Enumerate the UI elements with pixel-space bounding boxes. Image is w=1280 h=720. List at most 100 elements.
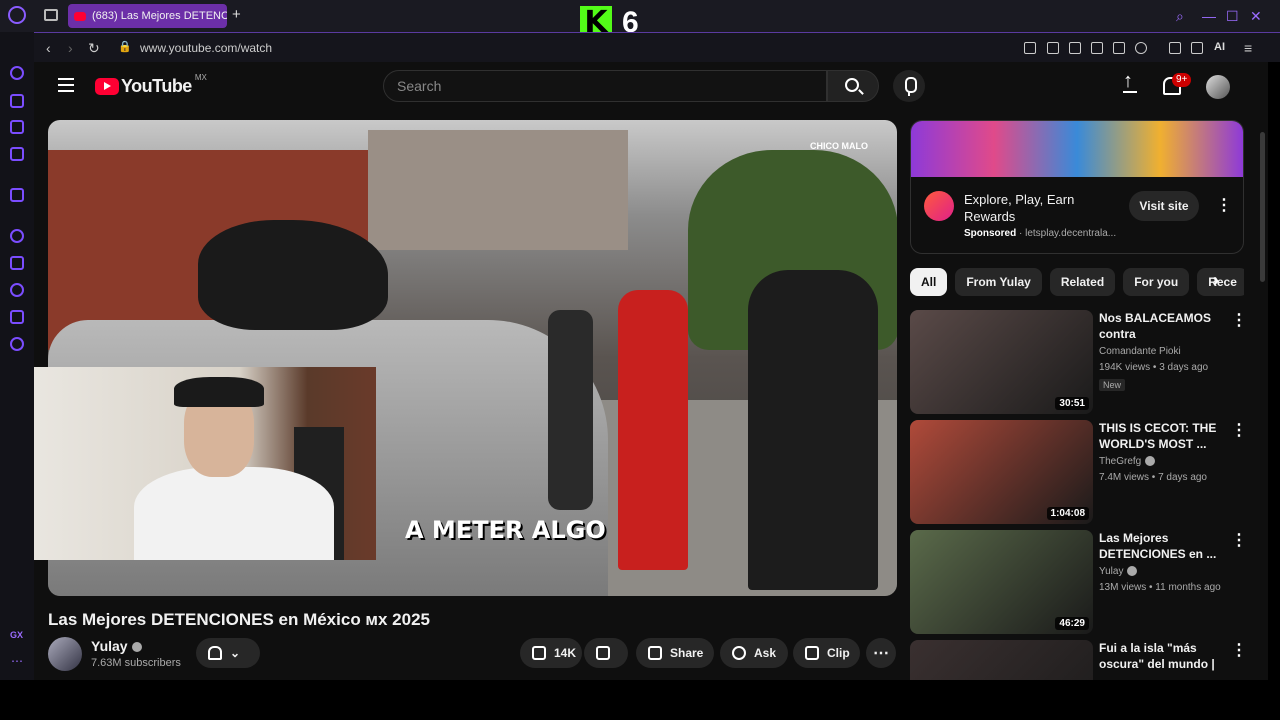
wallet-icon[interactable] xyxy=(1169,42,1181,54)
channel-name-text[interactable]: Yulay xyxy=(1099,566,1123,577)
gx-control-icon[interactable] xyxy=(10,66,24,80)
translate-icon[interactable] xyxy=(1091,42,1103,54)
forward-icon[interactable]: › xyxy=(68,40,73,56)
gx-corner-icon[interactable] xyxy=(10,94,24,108)
ai-button[interactable]: AI xyxy=(1214,41,1225,53)
video-meta: 194K views • 3 days ago xyxy=(1099,362,1209,373)
browser-titlebar: (683) Las Mejores DETENC + K 6 ⌕ — ☐ ✕ xyxy=(0,0,1280,40)
sponsored-ad[interactable]: Explore, Play, Earn Rewards Sponsored · … xyxy=(910,120,1244,254)
send-icon[interactable] xyxy=(1113,42,1125,54)
list-item[interactable]: 46:29 Las Mejores DETENCIONES en ... Yul… xyxy=(910,530,1247,634)
duration-badge: 30:51 xyxy=(1055,397,1089,410)
video-thumbnail[interactable]: 1:04:08 xyxy=(910,420,1093,524)
list-item[interactable]: 30:51 Nos BALACEAMOS contra "VENDEDORES.… xyxy=(910,310,1247,414)
search-button[interactable] xyxy=(827,70,879,102)
sparkle-icon xyxy=(732,646,746,660)
dislike-button[interactable] xyxy=(584,638,628,668)
video-title[interactable]: Las Mejores DETENCIONES en ... xyxy=(1099,530,1227,562)
video-menu-icon[interactable] xyxy=(1231,310,1247,330)
create-upload-icon[interactable] xyxy=(1120,70,1140,96)
masthead: YouTube MX Search 9+ xyxy=(34,62,1268,112)
filter-chips: All From Yulay Related For you Rece xyxy=(910,268,1244,296)
video-thumbnail[interactable]: 46:29 xyxy=(910,530,1093,634)
pin-icon[interactable] xyxy=(1024,42,1036,54)
ad-banner-image[interactable] xyxy=(911,121,1243,177)
heart-icon[interactable] xyxy=(1135,42,1147,54)
hamburger-menu-icon[interactable] xyxy=(58,78,74,92)
tab-manager-icon[interactable] xyxy=(44,9,58,21)
player-icon[interactable] xyxy=(10,229,24,243)
maximize-button[interactable]: ☐ xyxy=(1226,8,1239,25)
back-icon[interactable]: ‹ xyxy=(46,40,51,56)
url-field[interactable]: www.youtube.com/watch xyxy=(140,41,272,55)
scene-trash-bag xyxy=(198,220,388,330)
menu-icon[interactable]: ≡ xyxy=(1244,40,1252,56)
video-menu-icon[interactable] xyxy=(1231,420,1247,440)
voice-search-icon[interactable] xyxy=(893,70,925,102)
gx-label[interactable]: GX xyxy=(10,630,23,640)
search-input[interactable]: Search xyxy=(383,70,827,102)
visit-site-button[interactable]: Visit site xyxy=(1129,191,1199,221)
video-thumbnail[interactable] xyxy=(910,640,1093,680)
youtube-logo[interactable]: YouTube MX xyxy=(95,73,207,97)
clip-button[interactable]: Clip xyxy=(793,638,860,668)
share-label: Share xyxy=(670,646,704,660)
new-tab-button[interactable]: + xyxy=(232,6,241,23)
channel-name[interactable]: Comandante Pioki xyxy=(1099,346,1181,357)
list-item[interactable]: Fui a la isla "más oscura" del mundo | .… xyxy=(910,640,1247,680)
opera-logo-icon[interactable] xyxy=(8,6,26,24)
snapshot-icon[interactable] xyxy=(1047,42,1059,54)
chip-for-you[interactable]: For you xyxy=(1123,268,1190,296)
channel-name[interactable]: Yulay xyxy=(1099,566,1138,577)
channel-name-text[interactable]: Yulay xyxy=(91,638,128,654)
video-title[interactable]: Fui a la isla "más oscura" del mundo | .… xyxy=(1099,640,1227,673)
twitch-icon[interactable] xyxy=(10,188,24,202)
channel-avatar[interactable] xyxy=(48,637,82,671)
ad-menu-icon[interactable] xyxy=(1216,195,1232,215)
tabs-sidebar-icon[interactable] xyxy=(10,256,24,270)
more-actions-button[interactable]: ⋯ xyxy=(866,638,896,668)
subscribe-bell-button[interactable]: ⌄ xyxy=(196,638,260,668)
settings-gear-icon[interactable] xyxy=(10,337,24,351)
extensions-icon[interactable] xyxy=(10,310,24,324)
ad-sponsor-line: Sponsored · letsplay.decentrala... xyxy=(964,228,1117,239)
account-avatar[interactable] xyxy=(1206,75,1230,99)
channel-name[interactable]: TheGrefg xyxy=(1099,456,1156,467)
video-thumbnail[interactable]: 30:51 xyxy=(910,310,1093,414)
page-scrollbar[interactable] xyxy=(1260,132,1265,282)
verified-icon xyxy=(1145,456,1156,467)
ad-title[interactable]: Explore, Play, Earn Rewards xyxy=(964,191,1104,225)
list-item[interactable]: 1:04:08 THIS IS CECOT: THE WORLD'S MOST … xyxy=(910,420,1247,524)
minimize-button[interactable]: — xyxy=(1202,8,1216,24)
search-icon xyxy=(845,78,859,92)
browser-tab-active[interactable]: (683) Las Mejores DETENC xyxy=(68,4,227,28)
chips-next-icon[interactable]: › xyxy=(1213,270,1219,291)
webcam-body xyxy=(134,467,334,560)
ask-button[interactable]: Ask xyxy=(720,638,788,668)
messenger-icon[interactable] xyxy=(10,147,24,161)
close-button[interactable]: ✕ xyxy=(1250,8,1262,25)
chip-recent[interactable]: Rece xyxy=(1197,268,1244,296)
reload-icon[interactable]: ↻ xyxy=(88,40,100,57)
scene-house xyxy=(368,130,628,250)
history-icon[interactable] xyxy=(10,283,24,297)
chip-all[interactable]: All xyxy=(910,268,948,296)
channel-name-text[interactable]: TheGrefg xyxy=(1099,456,1141,467)
chip-from-channel[interactable]: From Yulay xyxy=(955,268,1042,296)
video-title[interactable]: THIS IS CECOT: THE WORLD'S MOST ... xyxy=(1099,420,1227,452)
adblock-icon[interactable] xyxy=(1069,42,1081,54)
scene-person-red-shirt xyxy=(618,290,688,570)
share-button[interactable]: Share xyxy=(636,638,714,668)
scene-person-woman xyxy=(548,310,593,510)
video-menu-icon[interactable] xyxy=(1231,640,1247,660)
aria-icon[interactable] xyxy=(10,120,24,134)
ask-label: Ask xyxy=(754,646,777,660)
like-button[interactable]: 14K xyxy=(520,638,582,668)
video-title[interactable]: Nos BALACEAMOS contra "VENDEDORES... xyxy=(1099,310,1227,343)
channel-name[interactable]: Yulay xyxy=(91,638,142,654)
sidebar-more-icon[interactable]: ⋯ xyxy=(11,654,23,668)
download-icon[interactable] xyxy=(1191,42,1203,54)
chip-related[interactable]: Related xyxy=(1049,268,1116,296)
video-menu-icon[interactable] xyxy=(1231,530,1247,550)
search-tabs-icon[interactable]: ⌕ xyxy=(1176,8,1184,25)
